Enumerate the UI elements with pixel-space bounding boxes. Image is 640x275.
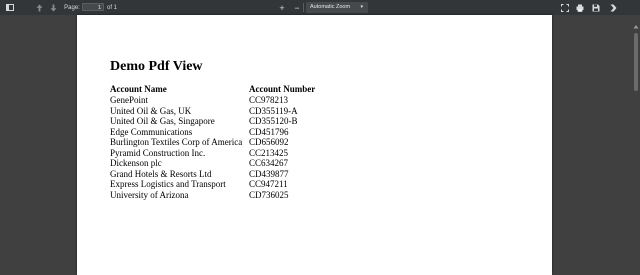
toolbar-divider xyxy=(303,3,304,12)
chevron-down-icon: ▾ xyxy=(360,4,363,10)
account-name-cell: University of Arizona xyxy=(110,189,189,200)
account-name-cell: Pyramid Construction Inc. xyxy=(110,147,206,158)
account-number-cell: CC947211 xyxy=(249,179,288,189)
account-name-cell: Burlington Textiles Corp of America xyxy=(110,137,243,147)
zoom-in-button[interactable]: + xyxy=(277,0,287,15)
account-number-cell: CC213425 xyxy=(249,147,289,158)
previous-page-icon[interactable] xyxy=(34,0,44,15)
column-header-account-number: Account Number xyxy=(249,84,316,94)
account-name-cell: United Oil & Gas, UK xyxy=(110,105,192,116)
account-number-cell: CD736025 xyxy=(249,189,289,200)
more-tools-icon[interactable] xyxy=(608,0,618,15)
scrollbar-thumb[interactable] xyxy=(634,33,638,91)
page-number-input[interactable]: 1 xyxy=(82,3,104,11)
account-number-cell: CD355119-A xyxy=(249,105,298,116)
next-page-icon[interactable] xyxy=(48,0,58,15)
zoom-select[interactable]: Automatic Zoom ▾ xyxy=(306,2,368,13)
zoom-in-icon: + xyxy=(279,2,285,13)
zoom-select-value: Automatic Zoom xyxy=(310,4,351,10)
account-name-cell: Edge Communications xyxy=(110,126,193,137)
page-label: Page: xyxy=(64,4,80,11)
pdf-toolbar: Page: 1 of 1 − + Automatic Zoom ▾ xyxy=(0,0,640,15)
scroll-up-icon[interactable] xyxy=(633,17,639,29)
print-icon[interactable] xyxy=(575,0,585,15)
column-header-account-name: Account Name xyxy=(110,84,167,94)
zoom-out-icon: − xyxy=(294,2,300,13)
account-number-cell: CC634267 xyxy=(249,158,289,168)
account-name-cell: GenePoint xyxy=(110,95,148,105)
account-name-cell: Dickenson plc xyxy=(110,158,162,168)
account-name-cell: Grand Hotels & Resorts Ltd xyxy=(110,168,212,179)
account-number-cell: CC978213 xyxy=(249,95,289,105)
download-icon[interactable] xyxy=(591,0,601,15)
document-title: Demo Pdf View xyxy=(110,59,203,74)
account-name-cell: Express Logistics and Transport xyxy=(110,179,226,189)
sidebar-toggle-icon[interactable] xyxy=(4,0,16,15)
account-name-cell: United Oil & Gas, Singapore xyxy=(110,116,215,126)
account-number-cell: CD451796 xyxy=(249,126,289,137)
pdf-page: Demo Pdf View Account Name Account Numbe… xyxy=(77,15,552,275)
account-number-cell: CD439877 xyxy=(249,168,289,179)
page-count: of 1 xyxy=(106,4,117,11)
zoom-out-button[interactable]: − xyxy=(292,0,302,15)
account-number-cell: CD355120-B xyxy=(249,116,298,126)
account-number-cell: CD656092 xyxy=(249,137,289,147)
presentation-mode-icon[interactable] xyxy=(560,0,570,15)
